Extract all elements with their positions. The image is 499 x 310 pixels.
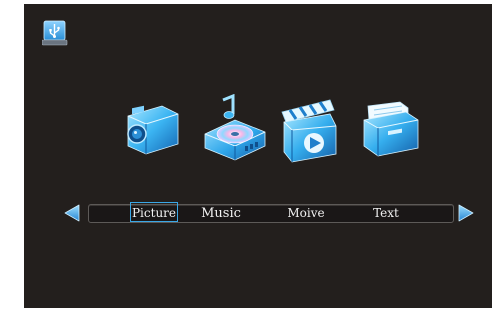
- folder-document-icon[interactable]: [360, 100, 422, 160]
- music-disc-icon[interactable]: [199, 93, 269, 162]
- menu-item-picture[interactable]: Picture: [130, 202, 178, 222]
- scroll-right-arrow-icon[interactable]: [458, 204, 474, 222]
- menu-item-text[interactable]: Text: [364, 205, 408, 222]
- menu-item-movie[interactable]: Moive: [282, 205, 330, 222]
- media-player-screen: Picture Music Moive Text: [24, 4, 492, 308]
- usb-drive-icon[interactable]: [41, 20, 68, 46]
- scroll-left-arrow-icon[interactable]: [64, 204, 80, 222]
- menu-item-music[interactable]: Music: [197, 205, 245, 222]
- media-type-menu: Picture Music Moive Text: [88, 202, 454, 223]
- clapperboard-icon[interactable]: [280, 96, 340, 164]
- camera-icon[interactable]: [124, 96, 182, 158]
